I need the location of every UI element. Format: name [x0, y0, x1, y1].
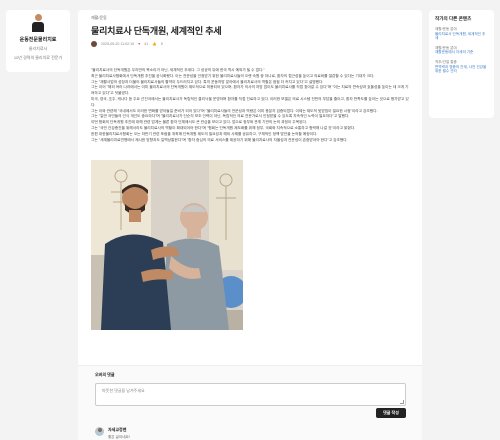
- article-paragraph: 그는 이어 "해외 여러 나라에서는 이미 물리치료사의 단독개원이 제도적으로…: [91, 85, 409, 96]
- comment-placeholder: 따뜻한 댓글을 남겨주세요: [102, 388, 145, 393]
- article-meta: 2025-05-20 11:02:10 ♥ 41 👍 5: [91, 40, 163, 48]
- comments-label: 오버의 댓글: [95, 372, 115, 377]
- article-paragraph: 미국, 영국, 호주, 캐나다 등 주요 선진국에서는 물리치료사가 독립적인 …: [91, 96, 409, 107]
- resize-handle-icon[interactable]: [400, 400, 404, 404]
- related-item[interactable]: 재활/운동 분야 재활운동에서 자세의 기준: [435, 46, 488, 55]
- related-content-card: 작가의 다른 콘텐츠 재활/운동 분야 물리치료사 단독개원, 세계적인 추세 …: [429, 10, 494, 118]
- thumbs-count: 5: [160, 42, 163, 46]
- related-item-link[interactable]: 재활운동에서 자세의 기준: [435, 50, 488, 55]
- author-role: 물리치료사: [28, 46, 48, 51]
- article-title: 물리치료사 단독개원, 세계적인 추세: [91, 26, 222, 36]
- heart-icon[interactable]: ♥: [138, 42, 140, 46]
- author-profile-card[interactable]: 운동전문물리치료 물리치료사 10년 경력의 물리치료 전문가: [6, 10, 70, 72]
- comment-text: 좋은 글이네요!: [108, 435, 130, 439]
- article-date: 2025-05-20 11:02:10: [101, 42, 135, 46]
- article-card: 재활/운동 물리치료사 단독개원, 세계적인 추세 2025-05-20 11:…: [78, 10, 422, 440]
- submit-comment-button[interactable]: 댓글 작성: [376, 408, 406, 418]
- related-item[interactable]: 척추/관절 통증 면역력과 염증의 관계, 사전 건강을 위한 필수 관리: [435, 60, 488, 74]
- physiotherapy-photo-illustration: [91, 160, 243, 330]
- author-name: 운동전문물리치료: [19, 37, 57, 43]
- related-item-link[interactable]: 면역력과 염증의 관계, 사전 건강을 위한 필수 관리: [435, 65, 488, 74]
- article-paragraph: 그는 "세계물리치료연맹에서 제시한 방향과도 일맥상통한다"며 "환자 중심의…: [91, 137, 348, 142]
- related-item-link[interactable]: 물리치료사 단독개원, 세계적인 추세: [435, 32, 488, 41]
- article-body: "물리치료사의 단독개원은 우리만의 목소리가 아닌, 세계적인 추세다. 그 …: [91, 68, 409, 143]
- breadcrumb[interactable]: 재활/운동: [91, 15, 107, 21]
- like-count: 41: [144, 42, 149, 46]
- comment-item: 자세교정맨 좋은 글이네요!: [95, 427, 130, 440]
- commenter-avatar: [95, 427, 104, 436]
- related-heading: 작가의 다른 콘텐츠: [435, 16, 472, 21]
- commenter-name: 자세교정맨: [108, 427, 127, 432]
- article-paragraph: 최근 물리치료사협회에서 단독개원 추진을 공식화했다. 이는 전문성을 인정받…: [91, 73, 375, 78]
- author-mini-avatar: [91, 41, 97, 47]
- author-avatar: [32, 14, 44, 32]
- author-description: 10년 경력의 물리치료 전문가: [13, 55, 63, 60]
- comments-section: 오버의 댓글 따뜻한 댓글을 남겨주세요 댓글 작성 자세교정맨 좋은 글이네요…: [78, 365, 422, 440]
- related-item[interactable]: 재활/운동 분야 물리치료사 단독개원, 세계적인 추세: [435, 27, 488, 41]
- article-image: [91, 160, 243, 330]
- thumbs-up-icon[interactable]: 👍: [152, 42, 156, 46]
- comment-input[interactable]: 따뜻한 댓글을 남겨주세요: [95, 383, 406, 406]
